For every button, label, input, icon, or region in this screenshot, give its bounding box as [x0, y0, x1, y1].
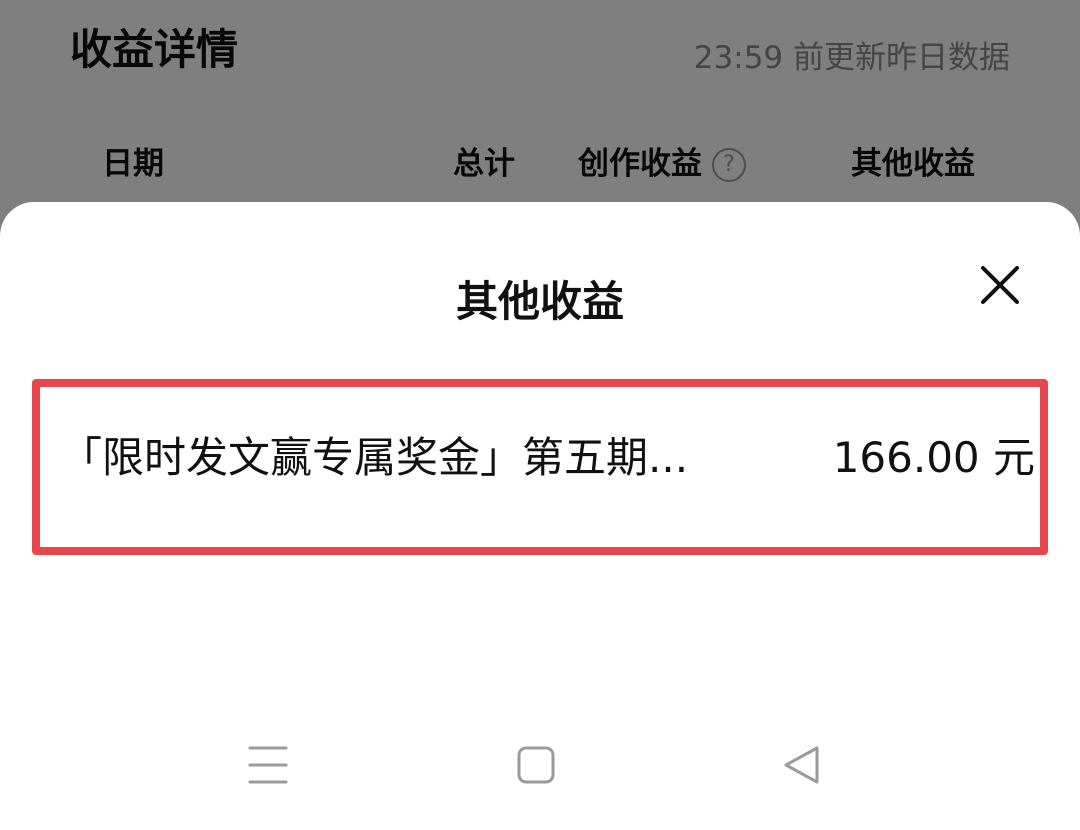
screen: 收益详情 23:59 前更新昨日数据 日期 总计 创作收益? 其他收益 其他收益… — [0, 0, 1080, 830]
navigation-bar — [0, 718, 1080, 818]
income-item-amount: 166.00 元 — [832, 433, 1035, 482]
back-button[interactable] — [777, 740, 827, 790]
sheet-title: 其他收益 — [455, 277, 624, 326]
close-button[interactable] — [972, 257, 1028, 313]
close-icon — [981, 266, 1019, 304]
income-item-name: 「限时发文赢专属奖金」第五期... — [60, 433, 689, 482]
home-button[interactable] — [511, 740, 561, 790]
home-square-icon — [517, 746, 555, 784]
list-item[interactable]: 「限时发文赢专属奖金」第五期... 166.00 元 — [60, 424, 1035, 484]
menu-icon — [248, 746, 288, 784]
menu-button[interactable] — [243, 740, 293, 790]
back-triangle-icon — [784, 746, 819, 784]
